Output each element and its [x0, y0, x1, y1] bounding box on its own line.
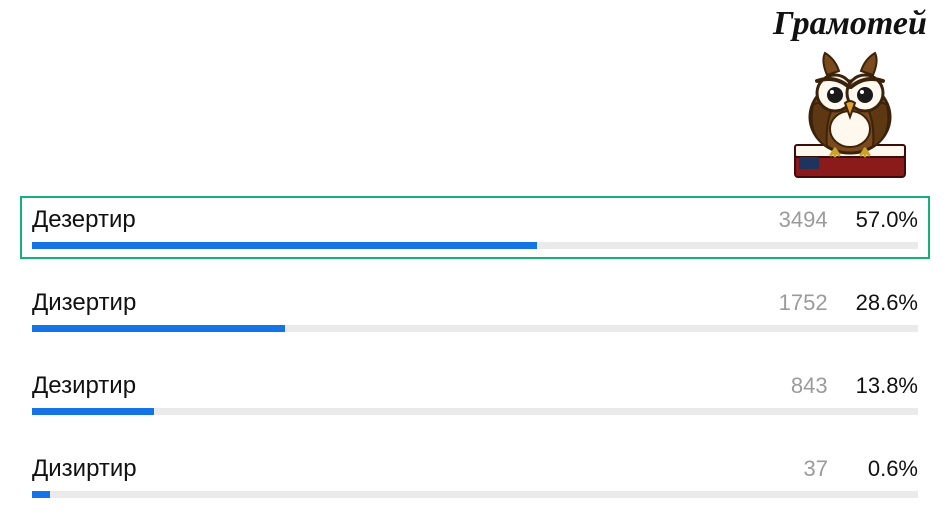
- option-percent: 57.0%: [856, 207, 918, 233]
- option-row: Дизиртир 37 0.6%: [32, 455, 918, 483]
- option-4[interactable]: Дизиртир 37 0.6%: [20, 445, 930, 508]
- option-numbers: 843 13.8%: [791, 373, 918, 399]
- option-count: 843: [791, 373, 828, 399]
- poll-options: Дезертир 3494 57.0% Дизертир 1752 28.6% …: [20, 196, 930, 528]
- option-numbers: 1752 28.6%: [779, 290, 918, 316]
- progress-track: [32, 408, 918, 415]
- option-label: Дизертир: [32, 289, 136, 317]
- option-count: 3494: [779, 207, 828, 233]
- progress-fill: [32, 408, 154, 415]
- option-percent: 13.8%: [856, 373, 918, 399]
- option-count: 37: [804, 456, 828, 482]
- option-label: Дезертир: [32, 206, 136, 234]
- option-2[interactable]: Дизертир 1752 28.6%: [20, 279, 930, 342]
- option-percent: 28.6%: [856, 290, 918, 316]
- progress-fill: [32, 325, 285, 332]
- brand-header: Грамотей: [760, 5, 940, 190]
- option-count: 1752: [779, 290, 828, 316]
- progress-track: [32, 242, 918, 249]
- option-label: Дезиртир: [32, 372, 136, 400]
- option-label: Дизиртир: [32, 455, 137, 483]
- progress-fill: [32, 242, 537, 249]
- owl-on-book-icon: [785, 45, 915, 190]
- option-percent: 0.6%: [856, 456, 918, 482]
- option-row: Дезертир 3494 57.0%: [32, 206, 918, 234]
- brand-title: Грамотей: [760, 5, 940, 43]
- option-row: Дизертир 1752 28.6%: [32, 289, 918, 317]
- option-numbers: 37 0.6%: [804, 456, 918, 482]
- option-1[interactable]: Дезертир 3494 57.0%: [20, 196, 930, 259]
- option-numbers: 3494 57.0%: [779, 207, 918, 233]
- option-row: Дезиртир 843 13.8%: [32, 372, 918, 400]
- progress-track: [32, 325, 918, 332]
- progress-fill: [32, 491, 50, 498]
- option-3[interactable]: Дезиртир 843 13.8%: [20, 362, 930, 425]
- progress-track: [32, 491, 918, 498]
